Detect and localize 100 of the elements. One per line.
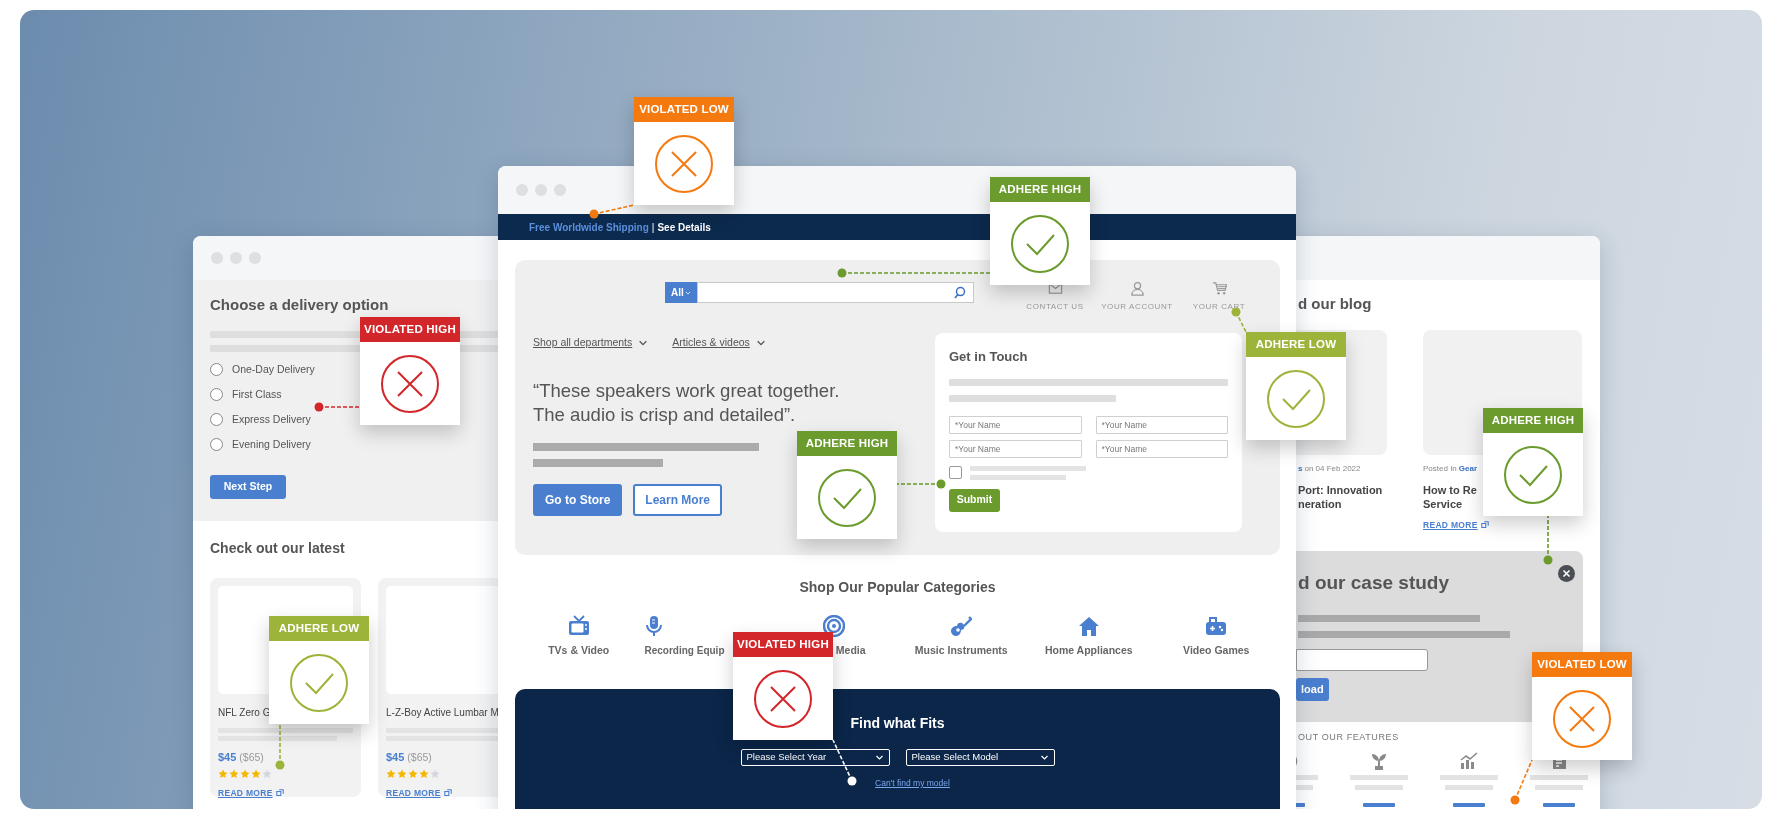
guitar-icon: [950, 615, 973, 637]
cart-icon: [1211, 281, 1227, 296]
checkbox[interactable]: [949, 466, 962, 479]
quote-text: “These speakers work great together. The audio is crisp and detailed”.: [533, 378, 841, 427]
radio-button[interactable]: [210, 388, 223, 401]
header-link[interactable]: YOUR CART: [1178, 281, 1260, 313]
submit-button[interactable]: Submit: [949, 488, 1000, 512]
search-icon: [954, 286, 967, 299]
details-link[interactable]: See Details: [657, 219, 711, 235]
status-label: ADHERE LOW: [1246, 332, 1346, 357]
old-price: ($65): [239, 750, 264, 765]
radio-button[interactable]: [210, 363, 223, 376]
email-field[interactable]: [1296, 649, 1428, 671]
star-icon: [240, 768, 250, 779]
name-field[interactable]: *Your Name: [949, 439, 1082, 458]
cross-icon: [380, 353, 440, 414]
post-meta: Posted In: [1423, 462, 1457, 475]
star-icon: [419, 768, 429, 779]
external-link-icon: [443, 789, 452, 798]
header-link[interactable]: CONTACT US: [1014, 281, 1096, 313]
select-field[interactable]: Please Select Model: [905, 748, 1055, 766]
radio-button[interactable]: [210, 438, 223, 451]
section-title: Shop Our Popular Categories: [798, 578, 997, 597]
check-icon: [1266, 368, 1326, 429]
search-field[interactable]: [697, 282, 974, 303]
status-label: ADHERE HIGH: [797, 431, 897, 456]
cross-icon: [1552, 688, 1612, 749]
post-title: Port: Innovation neration: [1298, 482, 1384, 511]
header-link[interactable]: YOUR ACCOUNT: [1096, 281, 1178, 313]
status-label: VIOLATED LOW: [634, 97, 734, 122]
cross-icon: [753, 668, 813, 729]
status-label: VIOLATED HIGH: [360, 317, 460, 342]
close-icon[interactable]: [1558, 564, 1575, 582]
star-icon: [408, 768, 418, 779]
category-label[interactable]: Recording Equip: [644, 643, 725, 658]
name-field[interactable]: *Your Name: [1095, 439, 1228, 458]
check-icon: [817, 467, 877, 528]
star-icon: [430, 768, 440, 779]
category-link[interactable]: s: [1298, 462, 1303, 475]
gamepad-icon: [1205, 615, 1228, 637]
cross-icon: [654, 133, 714, 194]
house-icon: [1077, 615, 1100, 637]
status-label: ADHERE HIGH: [990, 177, 1090, 202]
category-label[interactable]: Music Instruments: [914, 643, 1008, 659]
chart-icon: [1460, 752, 1478, 770]
radio-button[interactable]: [210, 413, 223, 426]
star-icon: [397, 768, 407, 779]
menu-dropdown[interactable]: Articles & videos: [672, 335, 766, 351]
tv-icon: [567, 615, 590, 637]
scope-dropdown[interactable]: All: [665, 282, 697, 303]
product-name: L-Z-Boy Active Lumbar M: [386, 706, 500, 720]
features-title: OUT OUR FEATURES: [1298, 730, 1400, 744]
category-label[interactable]: Video Games: [1183, 643, 1250, 659]
post-title: How to Re Service: [1423, 482, 1478, 511]
star-icon: [229, 768, 239, 779]
check-icon: [1010, 213, 1070, 274]
select-field[interactable]: Please Select Year: [740, 748, 890, 766]
price: $45: [218, 750, 237, 765]
separator-text: |: [651, 220, 655, 235]
check-icon: [1503, 444, 1563, 505]
card-title: Get in Touch: [949, 348, 1029, 366]
hero-button[interactable]: Go to Store: [533, 483, 623, 516]
category-label[interactable]: TVs & Video: [548, 643, 610, 659]
read-more-link[interactable]: READ MORE: [1423, 518, 1489, 532]
category-label[interactable]: Home Appliances: [1044, 643, 1133, 659]
section-title: Check out our latest: [210, 539, 346, 558]
section-title: d our blog: [1298, 294, 1373, 314]
plant-icon: [1370, 752, 1388, 770]
status-label: ADHERE HIGH: [1483, 408, 1583, 433]
old-price: ($65): [407, 750, 432, 765]
status-label: VIOLATED LOW: [1532, 652, 1632, 677]
check-icon: [289, 652, 349, 713]
status-label: ADHERE LOW: [269, 616, 369, 641]
category-label[interactable]: Media: [835, 643, 866, 659]
option-label: Evening Delivery: [232, 436, 311, 452]
finder-title: Find what Fits: [850, 713, 945, 733]
section-title: Choose a delivery option: [210, 295, 390, 315]
option-label: One-Day Delivery: [232, 361, 315, 377]
read-more-link[interactable]: READ MORE: [218, 786, 284, 800]
download-button[interactable]: load: [1296, 678, 1329, 701]
star-icon: [251, 768, 261, 779]
hero-button[interactable]: Learn More: [633, 483, 723, 516]
name-field[interactable]: *Your Name: [949, 415, 1082, 434]
option-label: Express Delivery: [232, 411, 311, 427]
star-icon: [386, 768, 396, 779]
shipping-link[interactable]: Free Worldwide Shipping: [529, 219, 649, 235]
price: $45: [386, 750, 405, 765]
category-link[interactable]: Gear: [1458, 462, 1478, 475]
option-label: First Class: [232, 386, 282, 402]
read-more-link[interactable]: READ MORE: [386, 786, 452, 800]
next-step-button[interactable]: Next Step: [210, 474, 286, 499]
model-link[interactable]: Can't find my model: [875, 776, 950, 790]
menu-dropdown[interactable]: Shop all departments: [533, 335, 649, 351]
case-study-title: d our case study: [1298, 570, 1449, 595]
external-link-icon: [275, 789, 284, 798]
name-field[interactable]: *Your Name: [1095, 415, 1228, 434]
star-icon: [218, 768, 228, 779]
status-label: VIOLATED HIGH: [733, 632, 833, 657]
star-icon: [262, 768, 272, 779]
caret-icon: [684, 289, 691, 296]
